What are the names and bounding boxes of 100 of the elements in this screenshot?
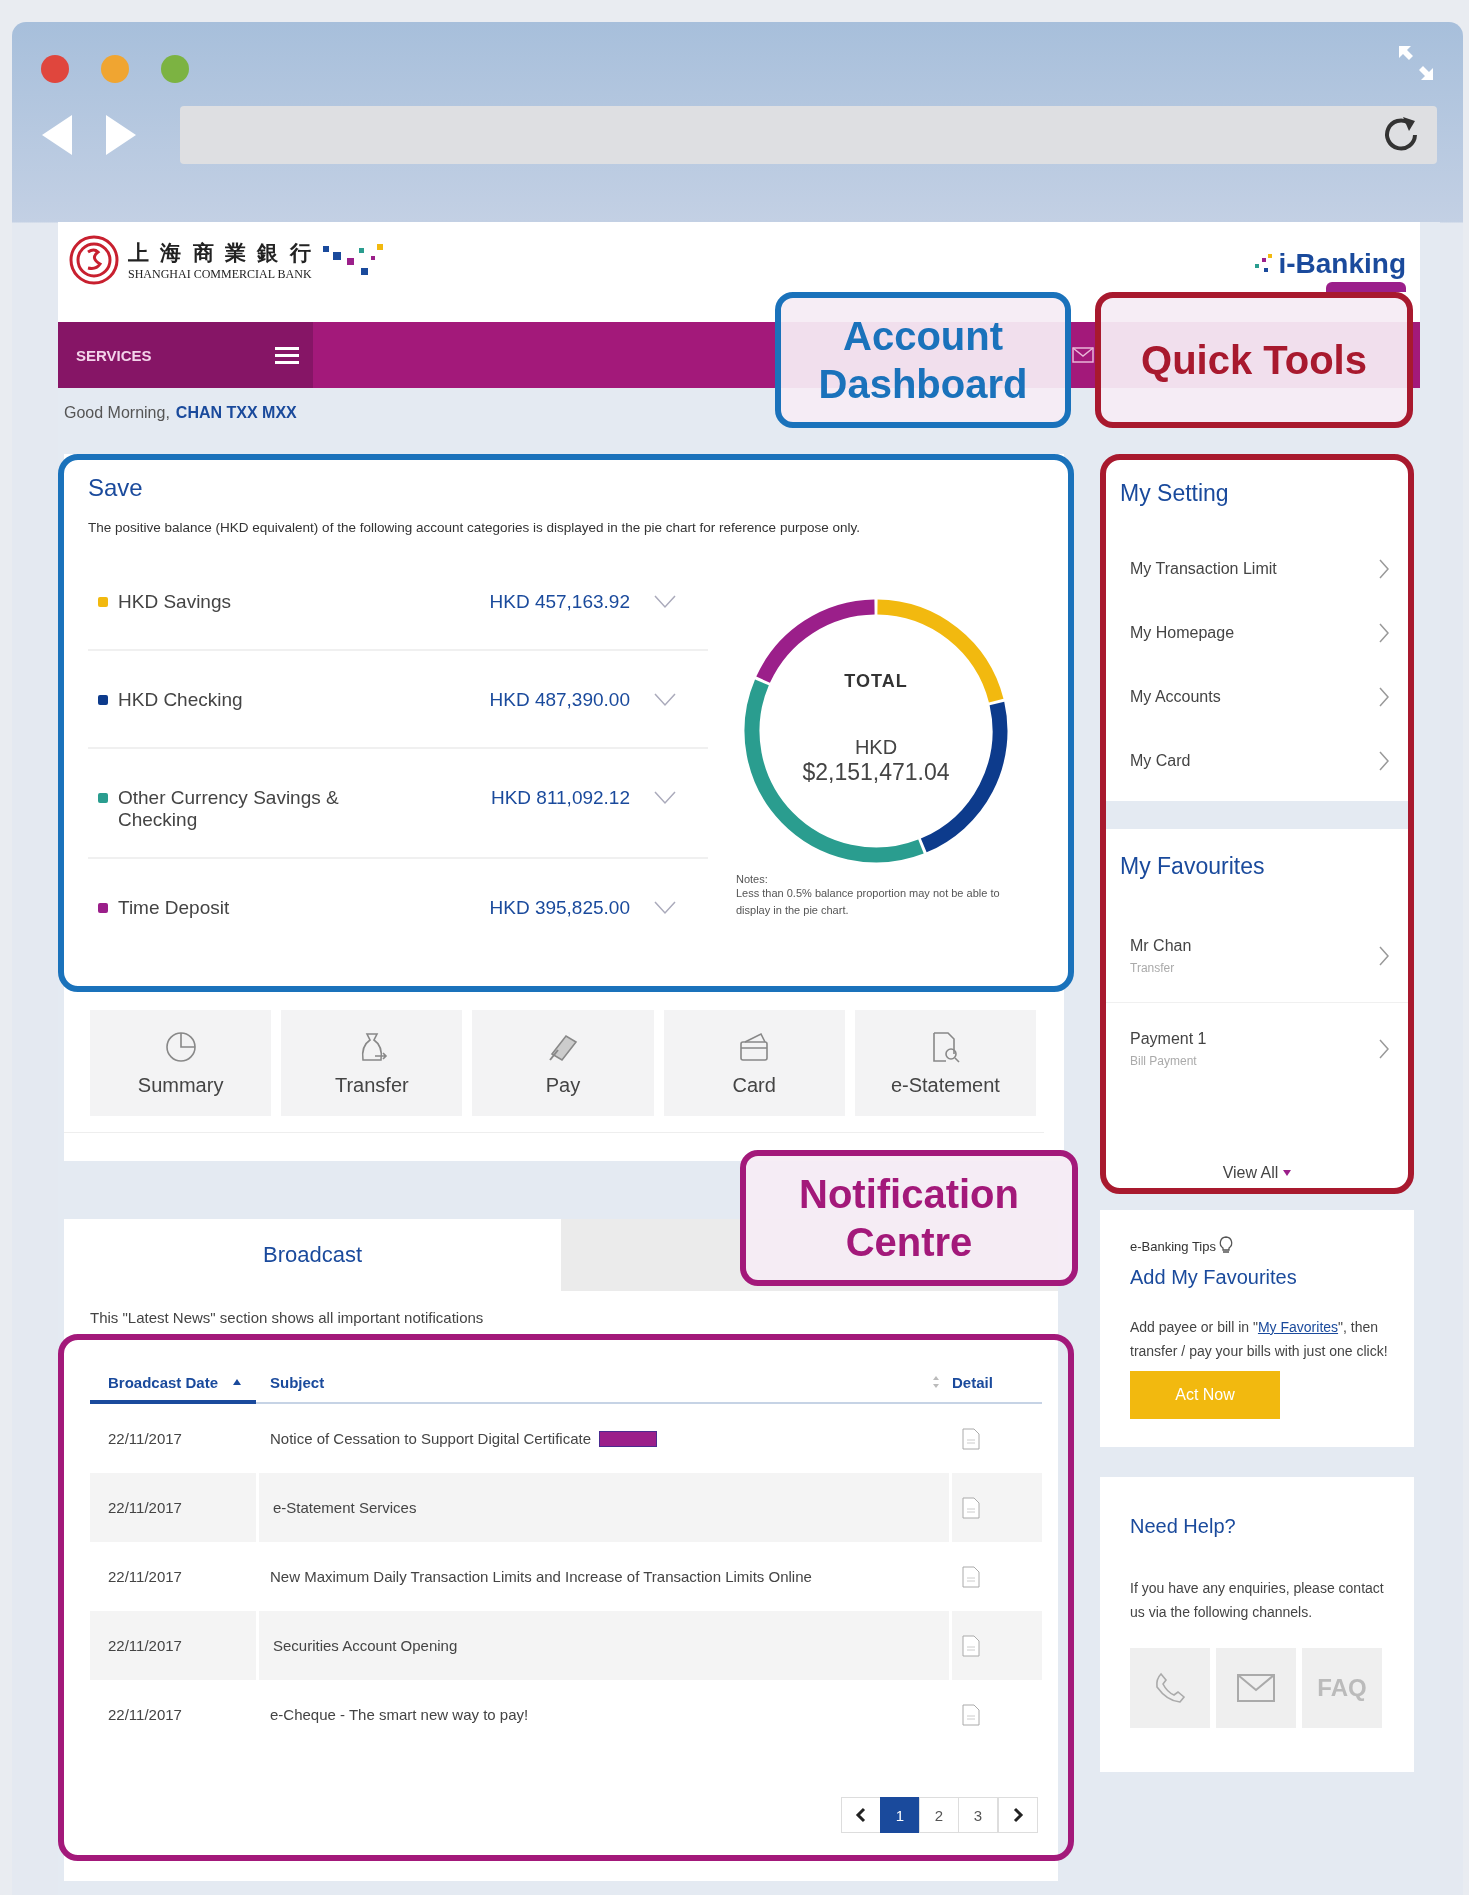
chevron-right-icon xyxy=(1378,750,1390,772)
table-cell[interactable]: e-Statement Services xyxy=(256,1473,952,1542)
callout-tooltip: Quick Tools xyxy=(1095,292,1413,428)
previous-page-icon[interactable] xyxy=(841,1797,881,1833)
favourite-item[interactable]: Mr Chan Transfer xyxy=(1106,910,1408,1003)
mail-icon xyxy=(1237,1674,1275,1702)
favourite-item[interactable]: Payment 1 Bill Payment xyxy=(1106,1003,1408,1095)
settings-item[interactable]: My Card xyxy=(1106,729,1408,793)
account-amount: HKD 457,163.92 xyxy=(488,591,630,613)
section-title: My Favourites xyxy=(1119,853,1266,880)
shortcut-button[interactable]: Transfer xyxy=(281,1010,463,1116)
caret-icon xyxy=(1283,1170,1292,1176)
chevron-right-icon xyxy=(1378,945,1390,967)
chevron-right-icon xyxy=(1378,622,1390,644)
total-label: TOTAL xyxy=(844,671,908,692)
services-menu-button[interactable]: SERVICES xyxy=(58,322,313,388)
column-header[interactable]: Broadcast Date xyxy=(90,1364,256,1404)
page-button[interactable]: 3 xyxy=(958,1797,998,1833)
tips-label: e-Banking Tips xyxy=(1130,1239,1216,1254)
chevron-right-icon xyxy=(1378,558,1390,580)
menu-icon xyxy=(275,345,299,365)
table-cell[interactable]: e-Cheque - The smart new way to pay! xyxy=(256,1680,952,1749)
user-name: CHAN TXX MXX xyxy=(175,404,297,422)
phone-button[interactable] xyxy=(1130,1648,1210,1728)
settings-item[interactable]: My Accounts xyxy=(1106,665,1408,729)
table-cell-text: 22/11/2017 xyxy=(107,1429,183,1449)
account-name: HKD Checking xyxy=(118,689,244,711)
settings-item[interactable]: My Transaction Limit xyxy=(1106,537,1408,601)
favourite-name: Payment 1 xyxy=(1130,1030,1207,1048)
document-icon[interactable] xyxy=(962,1496,980,1519)
document-icon[interactable] xyxy=(962,1427,980,1450)
section-title: Save xyxy=(88,474,144,502)
card-title: Need Help? xyxy=(1130,1515,1237,1538)
account-row[interactable]: Other Currency Savings & Checking HKD 811,092.12 xyxy=(88,749,708,859)
column-header[interactable]: Subject xyxy=(256,1362,952,1402)
chevron-right-icon xyxy=(1378,686,1390,708)
chevron-icon[interactable] xyxy=(654,693,676,707)
description-text: The positive balance (HKD equivalent) of the following account categories is displayed in the pie chart for reference purpose only. xyxy=(88,520,861,535)
section-title: My Setting xyxy=(1119,480,1230,507)
back-icon[interactable] xyxy=(40,113,74,157)
window-control-icon[interactable] xyxy=(40,54,70,84)
dots-icon xyxy=(1254,253,1275,275)
page-button[interactable]: 1 xyxy=(880,1797,920,1833)
window-control-icon[interactable] xyxy=(160,54,190,84)
shortcut-button[interactable]: Card xyxy=(663,1010,845,1116)
bank-logo-icon xyxy=(68,234,120,286)
next-page-icon[interactable] xyxy=(998,1797,1038,1833)
lightbulb-icon xyxy=(1218,1236,1234,1254)
total-currency: HKD xyxy=(854,736,898,759)
account-amount: HKD 487,390.00 xyxy=(488,689,630,711)
greeting-text: Good Morning, xyxy=(64,404,170,422)
window-control-icon[interactable] xyxy=(100,54,130,84)
table-cell-text: 22/11/2017 xyxy=(107,1636,183,1656)
shortcut-button[interactable]: Summary xyxy=(90,1010,272,1116)
chevron-icon[interactable] xyxy=(654,901,676,915)
account-amount: HKD 811,092.12 xyxy=(489,787,630,809)
bank-name: SHANGHAI COMMERCIAL BANK xyxy=(128,266,313,282)
tab[interactable]: Broadcast xyxy=(64,1219,561,1291)
account-row[interactable]: HKD Checking HKD 487,390.00 xyxy=(88,651,708,749)
shortcut-button[interactable]: Pay xyxy=(472,1010,654,1116)
chevron-icon[interactable] xyxy=(654,791,676,805)
callout-tooltip: Notification Centre xyxy=(740,1150,1078,1286)
table-cell[interactable]: Securities Account Opening xyxy=(256,1611,952,1680)
table-cell-text: 22/11/2017 xyxy=(107,1498,183,1518)
account-name: Other Currency Savings & Checking xyxy=(118,787,340,831)
account-row[interactable]: HKD Savings HKD 457,163.92 xyxy=(88,553,708,651)
bank-name-chinese: 上 海 商 業 銀 行 xyxy=(128,238,313,267)
phone-icon xyxy=(1153,1671,1187,1705)
document-icon[interactable] xyxy=(962,1565,980,1588)
favourite-name: Mr Chan xyxy=(1130,937,1192,955)
forward-icon[interactable] xyxy=(104,113,138,157)
mail-icon[interactable] xyxy=(1072,347,1094,363)
account-name: HKD Savings xyxy=(118,591,232,613)
pie-chart-icon xyxy=(163,1029,198,1064)
shortcut-button[interactable]: e-Statement xyxy=(854,1010,1036,1116)
table-cell[interactable]: Notice of Cessation to Support Digital Certificate xyxy=(256,1404,952,1473)
callout-tooltip: Account Dashboard xyxy=(775,292,1071,428)
notes-text: Less than 0.5% balance proportion may not be able to display in the pie chart. xyxy=(736,886,1001,918)
favourite-type: Bill Payment xyxy=(1130,1054,1198,1068)
account-row[interactable]: Time Deposit HKD 395,825.00 xyxy=(88,859,708,955)
document-icon[interactable] xyxy=(962,1703,980,1726)
favourites-link[interactable]: My Favorites xyxy=(1257,1319,1339,1335)
email-button[interactable] xyxy=(1216,1648,1296,1728)
notes-title: Notes: xyxy=(736,873,769,885)
account-amount: HKD 395,825.00 xyxy=(488,897,630,919)
table-cell-text: 22/11/2017 xyxy=(107,1567,183,1587)
account-name: Time Deposit xyxy=(118,897,231,919)
settings-item[interactable]: My Homepage xyxy=(1106,601,1408,665)
favourite-type: Transfer xyxy=(1130,961,1176,975)
chevron-right-icon xyxy=(1378,1038,1390,1060)
intro-text: This "Latest News" section shows all important notifications xyxy=(89,1309,485,1326)
product-name: i-Banking xyxy=(1278,248,1406,280)
document-icon[interactable] xyxy=(962,1634,980,1657)
help-text: If you have any enquiries, please contact us via the following channels. xyxy=(1130,1579,1385,1622)
column-header[interactable]: Detail xyxy=(952,1362,1042,1402)
view-all-link[interactable]: View All xyxy=(1222,1164,1292,1182)
page-button[interactable]: 2 xyxy=(919,1797,959,1833)
chevron-icon[interactable] xyxy=(654,595,676,609)
table-cell[interactable]: New Maximum Daily Transaction Limits and Increase of Transaction Limits Online xyxy=(256,1542,952,1611)
tip-text: Add payee or bill in "My Favorites", then transfer / pay your bills with just one click! xyxy=(1130,1318,1388,1361)
